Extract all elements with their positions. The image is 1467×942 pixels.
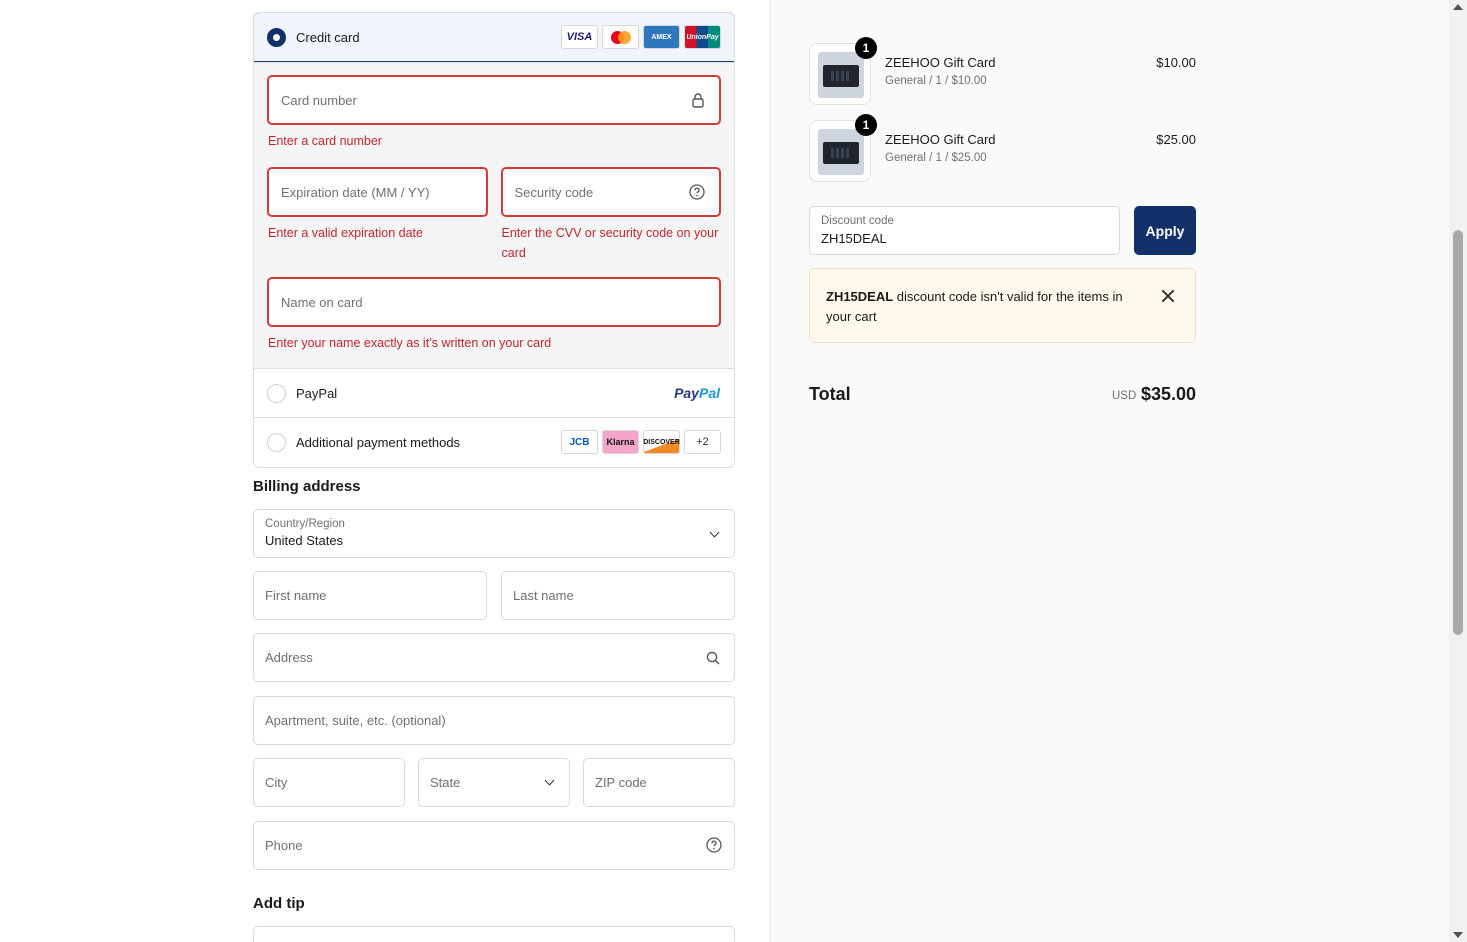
payment-option-credit-card[interactable]: Credit card VISA AMEX UnionPay (254, 13, 734, 62)
card-brand-badges: VISA AMEX UnionPay (561, 25, 721, 49)
first-name-input[interactable]: First name (253, 571, 487, 620)
total-label: Total (809, 384, 851, 404)
mastercard-icon (602, 25, 639, 49)
chevron-down-icon (709, 527, 720, 538)
discount-error-alert: ZH15DEAL discount code isn't valid for t… (809, 268, 1196, 343)
visa-icon: VISA (561, 25, 598, 49)
apartment-input[interactable]: Apartment, suite, etc. (optional) (253, 696, 735, 745)
discount-code-label: Discount code (821, 215, 894, 227)
phone-input[interactable]: Phone (253, 821, 735, 870)
state-placeholder: State (430, 775, 461, 790)
item-variant: General / 1 / $25.00 (885, 152, 987, 164)
security-code-field[interactable]: Security code (500, 167, 721, 217)
expiration-date-field[interactable]: Expiration date (MM / YY) (267, 167, 488, 217)
address-placeholder: Address (265, 650, 313, 665)
item-name: ZEEHOO Gift Card (885, 132, 996, 147)
last-name-input[interactable]: Last name (501, 571, 735, 620)
phone-placeholder: Phone (265, 838, 303, 853)
alert-code: ZH15DEAL (826, 289, 894, 304)
scroll-down-icon[interactable] (1453, 932, 1463, 938)
additional-methods-label: Additional payment methods (296, 435, 461, 450)
jcb-icon: JCB (561, 430, 598, 454)
chevron-down-icon (544, 775, 555, 786)
item-variant: General / 1 / $10.00 (885, 75, 987, 87)
card-number-error: Enter a card number (268, 134, 382, 148)
paypal-label: PayPal (296, 385, 338, 401)
apartment-placeholder: Apartment, suite, etc. (optional) (265, 713, 446, 728)
more-methods-badge: +2 (684, 430, 721, 454)
item-price: $25.00 (1156, 132, 1196, 147)
lock-icon (692, 93, 704, 108)
tip-section-box (253, 926, 735, 942)
quantity-badge: 1 (855, 37, 877, 59)
additional-methods-radio[interactable] (267, 433, 286, 452)
zip-input[interactable]: ZIP code (583, 758, 735, 807)
discover-icon: DISCOVER (643, 430, 680, 454)
country-label: Country/Region (265, 518, 345, 530)
unionpay-icon: UnionPay (684, 25, 721, 49)
card-number-field[interactable]: Card number (267, 75, 721, 125)
help-circle-icon[interactable] (689, 184, 705, 200)
amex-icon: AMEX (643, 25, 680, 49)
credit-card-radio[interactable] (267, 27, 286, 47)
discount-code-input[interactable]: Discount code ZH15DEAL (809, 206, 1120, 255)
city-placeholder: City (265, 775, 288, 790)
cart-item: 1 ZEEHOO Gift Card General / 1 / $25.00 … (809, 114, 1196, 182)
last-name-placeholder: Last name (513, 588, 574, 603)
payment-methods: Credit card VISA AMEX UnionPay Card numb… (253, 12, 735, 468)
close-icon[interactable] (1161, 289, 1175, 303)
paypal-radio[interactable] (267, 383, 286, 403)
country-value: United States (265, 533, 344, 548)
help-circle-icon[interactable] (706, 837, 722, 853)
paypal-logo: PayPal (674, 385, 720, 401)
klarna-icon: Klarna (602, 430, 639, 454)
name-on-card-field[interactable]: Name on card (267, 277, 721, 327)
billing-address-heading: Billing address (253, 478, 361, 495)
payment-option-paypal[interactable]: PayPal PayPal (254, 369, 734, 418)
quantity-badge: 1 (855, 114, 877, 136)
card-number-placeholder: Card number (281, 92, 357, 108)
name-on-card-placeholder: Name on card (281, 294, 363, 310)
zip-placeholder: ZIP code (595, 775, 647, 790)
search-icon (706, 651, 720, 665)
country-select[interactable]: Country/Region United States (253, 509, 735, 558)
item-price: $10.00 (1156, 55, 1196, 70)
total-amount: $35.00 (1141, 384, 1197, 404)
address-input[interactable]: Address (253, 633, 735, 682)
security-error: Enter the CVV or security code on your c… (501, 226, 719, 260)
expiration-placeholder: Expiration date (MM / YY) (281, 184, 430, 200)
scrollbar-thumb[interactable] (1453, 230, 1463, 635)
discount-code-value: ZH15DEAL (821, 231, 887, 246)
cart-item: 1 ZEEHOO Gift Card General / 1 / $10.00 … (809, 37, 1196, 105)
payment-option-additional[interactable]: Additional payment methods JCB Klarna DI… (254, 418, 734, 467)
expiration-error: Enter a valid expiration date (268, 226, 423, 240)
additional-method-badges: JCB Klarna DISCOVER +2 (561, 430, 721, 454)
total-currency: USD (1112, 390, 1137, 402)
apply-discount-button[interactable]: Apply (1134, 206, 1196, 255)
credit-card-label: Credit card (296, 29, 360, 45)
city-input[interactable]: City (253, 758, 405, 807)
first-name-placeholder: First name (265, 588, 327, 603)
security-placeholder: Security code (514, 184, 594, 200)
page-scrollbar[interactable] (1449, 0, 1467, 942)
add-tip-heading: Add tip (253, 895, 305, 912)
scroll-up-icon[interactable] (1453, 4, 1463, 10)
item-name: ZEEHOO Gift Card (885, 55, 996, 70)
name-on-card-error: Enter your name exactly as it’s written … (268, 336, 552, 350)
state-select[interactable]: State (418, 758, 570, 807)
credit-card-form: Card number Enter a card number Expirati… (254, 62, 734, 369)
